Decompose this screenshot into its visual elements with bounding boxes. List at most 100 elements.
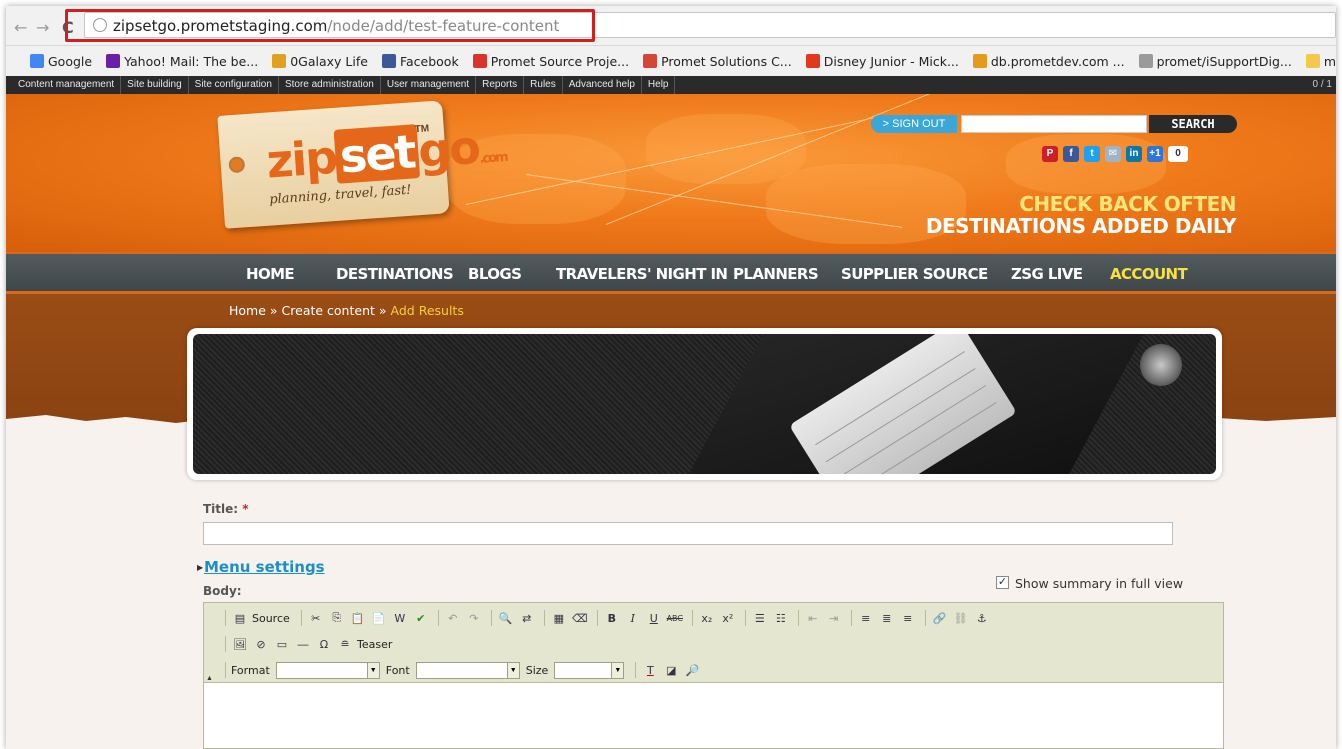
admin-menu-item[interactable]: Advanced help [563, 76, 642, 94]
preview-icon[interactable]: 🔎 [683, 661, 701, 679]
breadcrumb-create-content[interactable]: Create content [282, 303, 375, 318]
paste-text-icon[interactable]: 📄 [370, 609, 388, 627]
size-select[interactable]: ▼ [554, 661, 625, 679]
required-marker: * [242, 502, 249, 516]
source-icon[interactable]: ▤ [231, 609, 249, 627]
twitter-icon[interactable]: t [1084, 146, 1100, 162]
show-summary-checkbox[interactable]: ✓ [996, 576, 1009, 589]
flash-icon[interactable]: ⊘ [252, 635, 270, 653]
collapse-toolbar-icon[interactable]: ▲ [206, 675, 213, 682]
back-icon[interactable]: ← [14, 18, 27, 37]
bookmark-favicon-icon [805, 54, 820, 68]
bookmark-item[interactable]: matt [1305, 54, 1336, 69]
search-input[interactable] [961, 115, 1147, 133]
unlink-icon[interactable]: ⛓ [952, 609, 970, 627]
font-select[interactable]: ▼ [415, 661, 520, 679]
site-logo[interactable]: zipsetgo.com TM planning, travel, fast! [217, 100, 507, 229]
special-char-icon[interactable]: Ω [315, 635, 333, 653]
outdent-icon[interactable]: ⇤ [804, 609, 822, 627]
title-input[interactable] [203, 522, 1173, 545]
pinterest-icon[interactable]: P [1042, 146, 1058, 162]
bookmark-item[interactable]: 0Galaxy Life [272, 54, 368, 69]
italic-icon[interactable]: I [624, 609, 642, 627]
bookmark-item[interactable]: Yahoo! Mail: The be... [106, 54, 258, 69]
indent-icon[interactable]: ⇥ [825, 609, 843, 627]
bookmark-item[interactable]: promet/iSupportDig... [1138, 53, 1292, 69]
align-center-icon[interactable]: ≣ [878, 609, 896, 627]
nav-item-zsg-live[interactable]: ZSG LIVE [1011, 265, 1083, 283]
facebook-icon[interactable]: f [1063, 146, 1079, 162]
admin-menu-item[interactable]: Rules [524, 76, 563, 94]
admin-menu-item[interactable]: Content management [12, 76, 122, 94]
text-color-icon[interactable]: T [641, 661, 659, 679]
paste-word-icon[interactable]: W [391, 609, 409, 627]
format-select[interactable]: ▼ [275, 661, 380, 679]
nav-item-home[interactable]: HOME [246, 265, 295, 283]
image-icon[interactable]: 🖼 [231, 635, 249, 653]
bookmark-item[interactable]: Disney Junior - Mick... [805, 54, 959, 69]
bookmark-item[interactable]: Facebook [381, 54, 459, 69]
align-left-icon[interactable]: ≡ [857, 609, 875, 627]
table-icon[interactable]: ▭ [273, 635, 291, 653]
email-icon[interactable]: ✉ [1105, 146, 1121, 162]
bookmark-item[interactable]: db.prometdev.com ... [972, 54, 1125, 69]
bookmark-favicon-icon [272, 54, 287, 68]
nav-item-account[interactable]: ACCOUNT [1110, 265, 1188, 283]
bookmark-label: promet/iSupportDig... [1156, 53, 1292, 69]
forward-icon[interactable]: → [36, 18, 49, 37]
breadcrumb-separator: » [265, 303, 282, 318]
background-color-icon[interactable]: ◪ [662, 661, 680, 679]
admin-menu-item[interactable]: User management [381, 76, 477, 94]
admin-menu-item[interactable]: Help [642, 76, 676, 94]
copy-icon[interactable]: ⎘ [328, 609, 346, 627]
nav-item-blogs[interactable]: BLOGS [468, 265, 522, 283]
superscript-icon[interactable]: x² [719, 609, 737, 627]
cut-icon[interactable]: ✂ [307, 609, 325, 627]
subscript-icon[interactable]: x₂ [698, 609, 716, 627]
linkedin-icon[interactable]: in [1126, 146, 1142, 162]
horizontal-rule-icon[interactable]: ― [294, 635, 312, 653]
breadcrumb-home[interactable]: Home [229, 303, 266, 318]
teaser-button[interactable]: Teaser [357, 638, 392, 651]
bold-icon[interactable]: B [603, 609, 621, 627]
redo-icon[interactable]: ↷ [465, 609, 483, 627]
google-plus-icon[interactable]: +1 [1147, 146, 1163, 162]
chevron-down-icon[interactable]: ▼ [506, 661, 520, 679]
chevron-down-icon[interactable]: ▼ [366, 661, 380, 679]
teaser-break-icon[interactable]: ≘ [336, 635, 354, 653]
bookmark-item[interactable]: Google [30, 54, 92, 69]
admin-menu-item[interactable]: Site building [121, 76, 189, 94]
nav-item-travelers-night-in[interactable]: TRAVELERS' NIGHT IN [556, 265, 728, 283]
chevron-down-icon[interactable]: ▼ [611, 661, 625, 679]
bulleted-list-icon[interactable]: ☷ [772, 609, 790, 627]
search-button[interactable]: SEARCH [1149, 115, 1237, 133]
admin-menu-item[interactable]: Reports [476, 76, 525, 94]
sign-out-button[interactable]: > SIGN OUT [871, 115, 957, 133]
align-right-icon[interactable]: ≡ [899, 609, 917, 627]
nav-item-destinations[interactable]: DESTINATIONS [336, 265, 454, 283]
underline-icon[interactable]: U [645, 609, 663, 627]
hero-banner [187, 328, 1222, 480]
editor-content-area[interactable] [204, 684, 1223, 748]
bookmark-item[interactable]: Promet Source Proje... [472, 54, 629, 69]
admin-menu-item[interactable]: Store administration [279, 76, 381, 94]
menu-settings-link[interactable]: Menu settings [204, 558, 325, 576]
paste-icon[interactable]: 📋 [349, 609, 367, 627]
nav-item-supplier-source[interactable]: SUPPLIER SOURCE [841, 265, 988, 283]
replace-icon[interactable]: ⇄ [518, 609, 536, 627]
admin-menu-item[interactable]: Site configuration [189, 76, 279, 94]
undo-icon[interactable]: ↶ [444, 609, 462, 627]
nav-item-planners[interactable]: PLANNERS [733, 265, 819, 283]
bookmark-item[interactable]: Promet Solutions C... [643, 54, 792, 69]
spellcheck-icon[interactable]: ✔ [412, 609, 430, 627]
link-icon[interactable]: 🔗 [931, 609, 949, 627]
numbered-list-icon[interactable]: ☰ [751, 609, 769, 627]
select-all-icon[interactable]: ▦ [550, 609, 568, 627]
remove-format-icon[interactable]: ⌫ [571, 609, 589, 627]
anchor-icon[interactable]: ⚓ [973, 609, 991, 627]
bookmark-favicon-icon [106, 54, 121, 68]
strikethrough-icon[interactable]: ABC [666, 609, 684, 627]
expand-arrow-icon[interactable]: ▶ [197, 563, 203, 572]
find-icon[interactable]: 🔍 [497, 609, 515, 627]
source-button[interactable]: Source [252, 612, 290, 625]
